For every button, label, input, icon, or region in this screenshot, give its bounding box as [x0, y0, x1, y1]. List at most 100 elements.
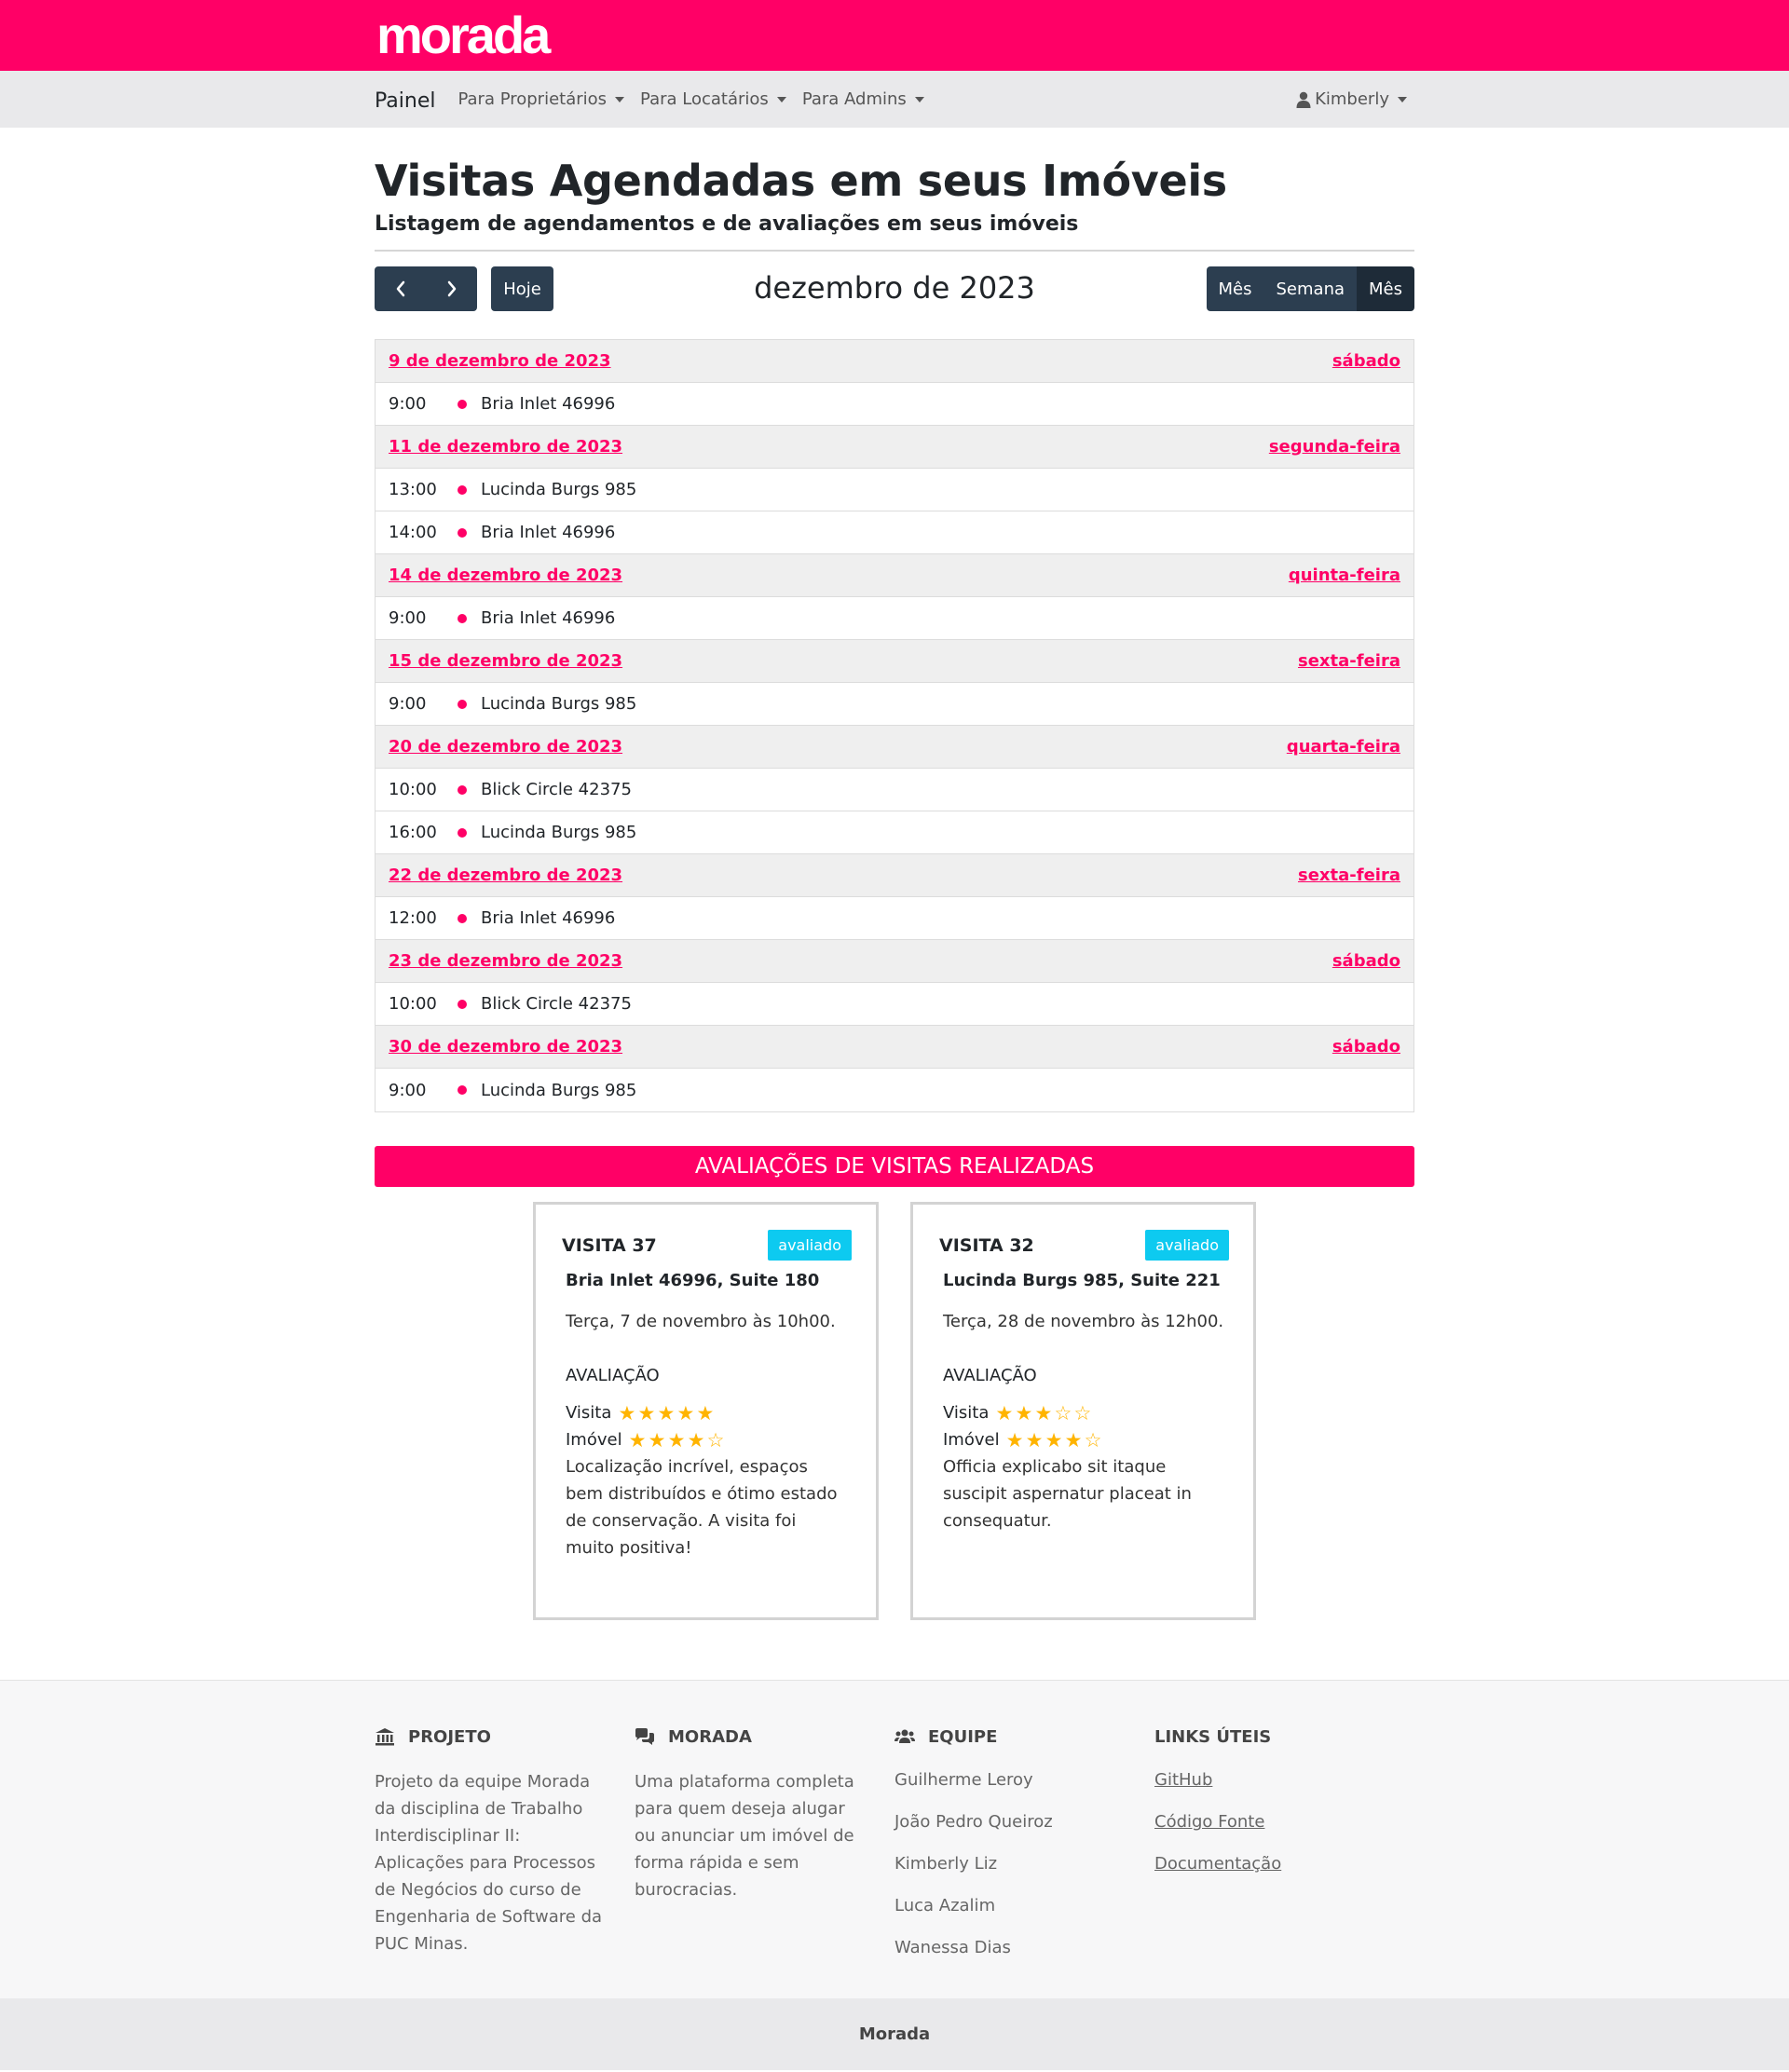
today-button[interactable]: Hoje [491, 266, 553, 311]
nav-dropdown-admins[interactable]: Para Admins [802, 89, 924, 109]
footer-heading: MORADA [635, 1724, 894, 1749]
link-codigo-fonte[interactable]: Código Fonte [1154, 1810, 1414, 1852]
event-row[interactable]: 9:00 Lucinda Burgs 985 [376, 1069, 1413, 1111]
footer-projeto-text: Projeto da equipe Morada da disciplina d… [375, 1772, 603, 1954]
day-weekday-link[interactable]: sexta-feira [1298, 651, 1400, 671]
day-weekday-link[interactable]: sexta-feira [1298, 866, 1400, 885]
nav-brand-painel[interactable]: Painel [375, 89, 435, 113]
star-filled-icon: ★ [628, 1429, 647, 1452]
link-github[interactable]: GitHub [1154, 1768, 1414, 1810]
event-dot-icon [457, 527, 467, 538]
star-filled-icon: ★ [1015, 1402, 1033, 1424]
day-weekday-link[interactable]: sábado [1332, 351, 1400, 371]
visit-rating-label: Visita [943, 1403, 990, 1423]
event-row[interactable]: 12:00 Bria Inlet 46996 [376, 897, 1413, 940]
event-row[interactable]: 9:00 Bria Inlet 46996 [376, 383, 1413, 426]
event-row[interactable]: 13:00 Lucinda Burgs 985 [376, 469, 1413, 511]
visit-stars: ★ ★ ★ ☆ ☆ [994, 1403, 1092, 1424]
calendar-nav-group [375, 266, 477, 311]
event-dot-icon [457, 484, 467, 495]
star-filled-icon: ★ [648, 1429, 666, 1452]
card-date: Terça, 28 de novembro às 12h00. [943, 1312, 1224, 1331]
star-filled-icon: ★ [637, 1402, 656, 1424]
star-empty-icon: ☆ [1084, 1429, 1102, 1452]
day-date-link[interactable]: 22 de dezembro de 2023 [389, 866, 622, 885]
event-title: Bria Inlet 46996 [481, 908, 616, 928]
day-date-link[interactable]: 30 de dezembro de 2023 [389, 1037, 622, 1056]
event-row[interactable]: 16:00 Lucinda Burgs 985 [376, 811, 1413, 854]
event-row[interactable]: 14:00 Bria Inlet 46996 [376, 511, 1413, 554]
footer-morada: MORADA Uma plataforma completa para quem… [635, 1724, 894, 1978]
day-weekday-link[interactable]: quarta-feira [1287, 737, 1400, 757]
day-date-link[interactable]: 20 de dezembro de 2023 [389, 737, 622, 757]
event-time: 10:00 [389, 780, 437, 799]
user-menu[interactable]: Kimberly [1296, 71, 1407, 128]
star-filled-icon: ★ [696, 1402, 715, 1424]
day-date-link[interactable]: 14 de dezembro de 2023 [389, 566, 622, 585]
day-weekday-link[interactable]: sábado [1332, 1037, 1400, 1056]
visit-stars: ★ ★ ★ ★ ★ [617, 1403, 715, 1424]
star-filled-icon: ★ [1034, 1402, 1053, 1424]
visit-rating: Visita ★ ★ ★ ★ ★ [566, 1401, 850, 1425]
event-row[interactable]: 10:00 Blick Circle 42375 [376, 769, 1413, 811]
footer-links: LINKS ÚTEIS GitHub Código Fonte Document… [1154, 1724, 1414, 1978]
event-time: 12:00 [389, 908, 437, 928]
morada-logo[interactable]: morada [376, 7, 551, 63]
day-date-link[interactable]: 15 de dezembro de 2023 [389, 651, 622, 671]
institution-icon [376, 1728, 394, 1746]
star-empty-icon: ☆ [1073, 1402, 1092, 1424]
divider [375, 250, 1414, 252]
day-header: 14 de dezembro de 2023 quinta-feira [376, 554, 1413, 597]
event-dot-icon [457, 699, 467, 709]
day-date-link[interactable]: 23 de dezembro de 2023 [389, 951, 622, 971]
nav-dropdown-locatarios[interactable]: Para Locatários [640, 89, 786, 109]
next-month-button[interactable] [426, 266, 477, 311]
event-title: Bria Inlet 46996 [481, 394, 616, 414]
star-filled-icon: ★ [1064, 1429, 1083, 1452]
day-header: 20 de dezembro de 2023 quarta-feira [376, 726, 1413, 769]
card-title: VISITA 32 [939, 1234, 1034, 1256]
view-list-month-button[interactable]: Mês [1357, 266, 1414, 311]
useful-links: GitHub Código Fonte Documentação [1154, 1768, 1414, 1894]
event-time: 16:00 [389, 823, 437, 842]
event-title: Lucinda Burgs 985 [481, 694, 637, 714]
view-month-button[interactable]: Mês [1206, 266, 1264, 311]
day-weekday-link[interactable]: sábado [1332, 951, 1400, 971]
view-week-button[interactable]: Semana [1263, 266, 1358, 311]
card-eval-heading: AVALIAÇÃO [943, 1366, 1037, 1385]
footer-heading: LINKS ÚTEIS [1154, 1724, 1414, 1749]
prev-month-button[interactable] [375, 266, 426, 311]
event-title: Blick Circle 42375 [481, 780, 632, 799]
event-title: Lucinda Burgs 985 [481, 823, 637, 842]
event-row[interactable]: 10:00 Blick Circle 42375 [376, 983, 1413, 1026]
card-title: VISITA 37 [562, 1234, 657, 1256]
property-rating-label: Imóvel [943, 1430, 1000, 1450]
nav-dropdown-label: Para Locatários [640, 89, 769, 109]
team-list: Guilherme Leroy João Pedro Queiroz Kimbe… [894, 1768, 1154, 1978]
day-header: 30 de dezembro de 2023 sábado [376, 1026, 1413, 1069]
day-weekday-link[interactable]: segunda-feira [1269, 437, 1400, 457]
day-weekday-link[interactable]: quinta-feira [1289, 566, 1400, 585]
event-time: 9:00 [389, 394, 427, 414]
day-header: 15 de dezembro de 2023 sexta-feira [376, 640, 1413, 683]
card-address: Lucinda Burgs 985, Suite 221 [943, 1271, 1221, 1290]
event-row[interactable]: 9:00 Bria Inlet 46996 [376, 597, 1413, 640]
caret-down-icon [615, 96, 625, 102]
caret-down-icon [914, 96, 924, 102]
link-documentacao[interactable]: Documentação [1154, 1852, 1414, 1894]
nav-dropdown-label: Para Proprietários [457, 89, 608, 109]
day-header: 9 de dezembro de 2023 sábado [376, 340, 1413, 383]
nav-dropdown-proprietarios[interactable]: Para Proprietários [457, 89, 625, 109]
card-address: Bria Inlet 46996, Suite 180 [566, 1271, 820, 1290]
event-time: 13:00 [389, 480, 437, 499]
day-date-link[interactable]: 11 de dezembro de 2023 [389, 437, 622, 457]
day-date-link[interactable]: 9 de dezembro de 2023 [389, 351, 611, 371]
star-filled-icon: ★ [995, 1402, 1014, 1424]
team-member: Wanessa Dias [894, 1938, 1011, 1957]
event-row[interactable]: 9:00 Lucinda Burgs 985 [376, 683, 1413, 726]
chevron-right-icon [447, 280, 456, 297]
event-dot-icon [457, 913, 467, 923]
comments-icon [635, 1728, 654, 1745]
event-dot-icon [457, 613, 467, 623]
event-time: 9:00 [389, 608, 427, 628]
